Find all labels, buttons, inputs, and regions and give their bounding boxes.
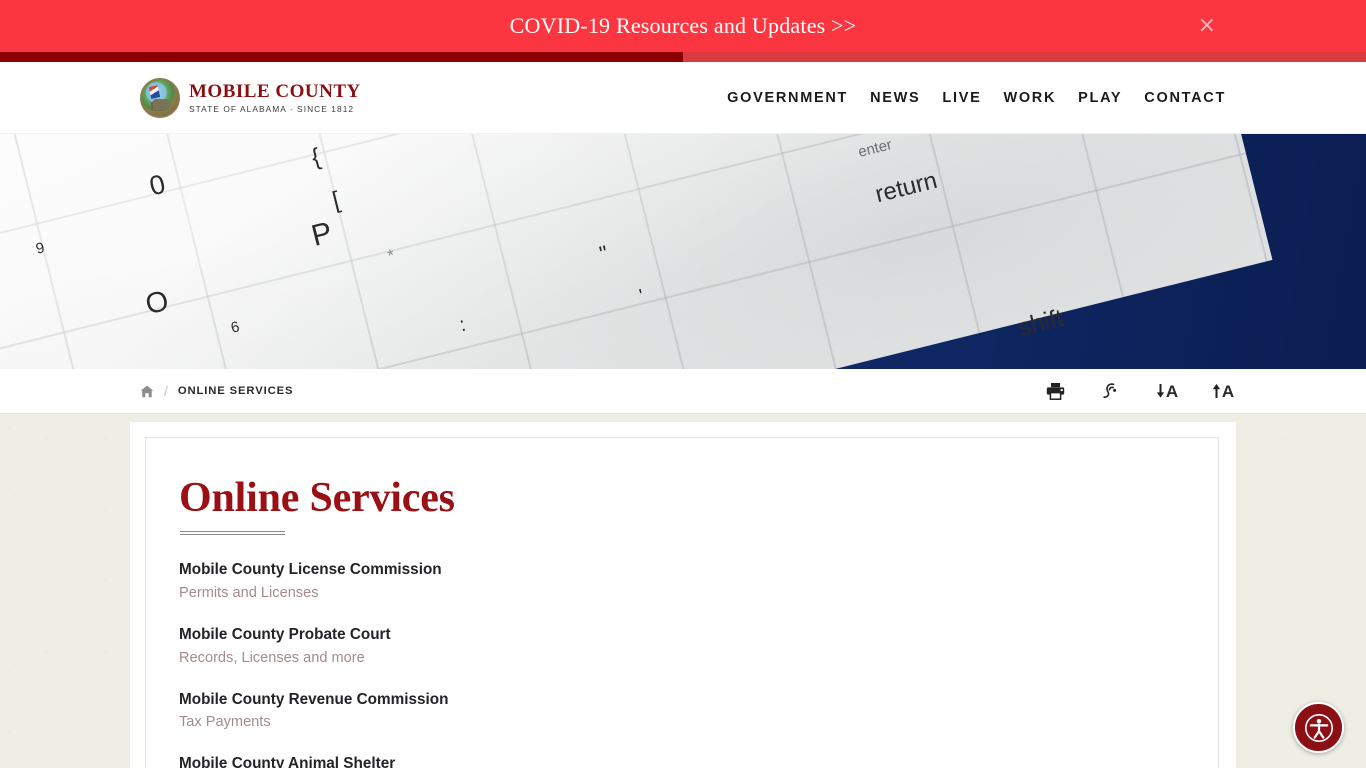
list-item: Mobile County Probate Court Records, Lic… [179, 625, 1173, 669]
service-desc-license-commission[interactable]: Permits and Licenses [179, 583, 319, 604]
main-navigation: GOVERNMENT NEWS LIVE WORK PLAY CONTACT [727, 90, 1226, 106]
list-item: Mobile County Revenue Commission Tax Pay… [179, 690, 1173, 734]
accessibility-person-icon[interactable] [1293, 702, 1344, 753]
nav-item-government[interactable]: GOVERNMENT [727, 90, 848, 106]
nav-item-contact[interactable]: CONTACT [1144, 90, 1226, 106]
title-underline-rule [180, 531, 285, 536]
service-link-license-commission[interactable]: Mobile County License Commission [179, 560, 442, 581]
ear-listen-icon[interactable] [1098, 378, 1124, 404]
list-item: Mobile County License Commission Permits… [179, 560, 1173, 604]
online-services-list: Mobile County License Commission Permits… [179, 560, 1173, 768]
hero-banner-image: 0 9 { [ P * " ' O 6 : enter return shift [0, 134, 1366, 369]
service-desc-probate-court[interactable]: Records, Licenses and more [179, 648, 365, 669]
service-desc-revenue-commission[interactable]: Tax Payments [179, 712, 271, 733]
content-card: Online Services Mobile County License Co… [130, 422, 1236, 768]
printer-icon[interactable] [1042, 378, 1068, 404]
brand-logo[interactable]: MOBILE COUNTY STATE OF ALABAMA · SINCE 1… [140, 77, 361, 118]
page-title: Online Services [179, 475, 455, 521]
county-seal-icon [140, 77, 180, 118]
nav-item-live[interactable]: LIVE [942, 90, 981, 106]
page-body: Online Services Mobile County License Co… [0, 414, 1366, 768]
brand-subtitle: STATE OF ALABAMA · SINCE 1812 [189, 103, 355, 114]
decrease-font-label: A [1165, 381, 1179, 401]
covid-alert-link[interactable]: COVID-19 Resources and Updates >> [510, 13, 857, 39]
nav-item-news[interactable]: NEWS [870, 90, 920, 106]
service-link-animal-shelter[interactable]: Mobile County Animal Shelter [179, 754, 395, 768]
content-inner: Online Services Mobile County License Co… [145, 437, 1219, 768]
increase-font-icon[interactable]: A [1210, 378, 1236, 404]
breadcrumb-bar: / ONLINE SERVICES A A [0, 369, 1366, 414]
covid-alert-banner[interactable]: COVID-19 Resources and Updates >> × [0, 0, 1366, 52]
list-item: Mobile County Animal Shelter [179, 754, 1173, 768]
nav-item-work[interactable]: WORK [1003, 90, 1056, 106]
alert-progress-bar [0, 52, 1366, 62]
breadcrumb-current[interactable]: ONLINE SERVICES [178, 385, 294, 397]
close-icon[interactable]: × [1192, 13, 1222, 39]
decrease-font-icon[interactable]: A [1154, 378, 1180, 404]
brand-title: MOBILE COUNTY [189, 80, 361, 102]
service-link-probate-court[interactable]: Mobile County Probate Court [179, 625, 391, 646]
nav-item-play[interactable]: PLAY [1078, 90, 1122, 106]
home-icon[interactable] [140, 385, 154, 398]
page-tools: A A [1042, 378, 1236, 404]
breadcrumb-separator: / [164, 383, 168, 399]
service-link-revenue-commission[interactable]: Mobile County Revenue Commission [179, 690, 448, 711]
alert-progress-fill [0, 52, 683, 62]
increase-font-label: A [1221, 381, 1235, 401]
site-header: MOBILE COUNTY STATE OF ALABAMA · SINCE 1… [0, 62, 1366, 134]
breadcrumb: / ONLINE SERVICES [140, 383, 293, 399]
